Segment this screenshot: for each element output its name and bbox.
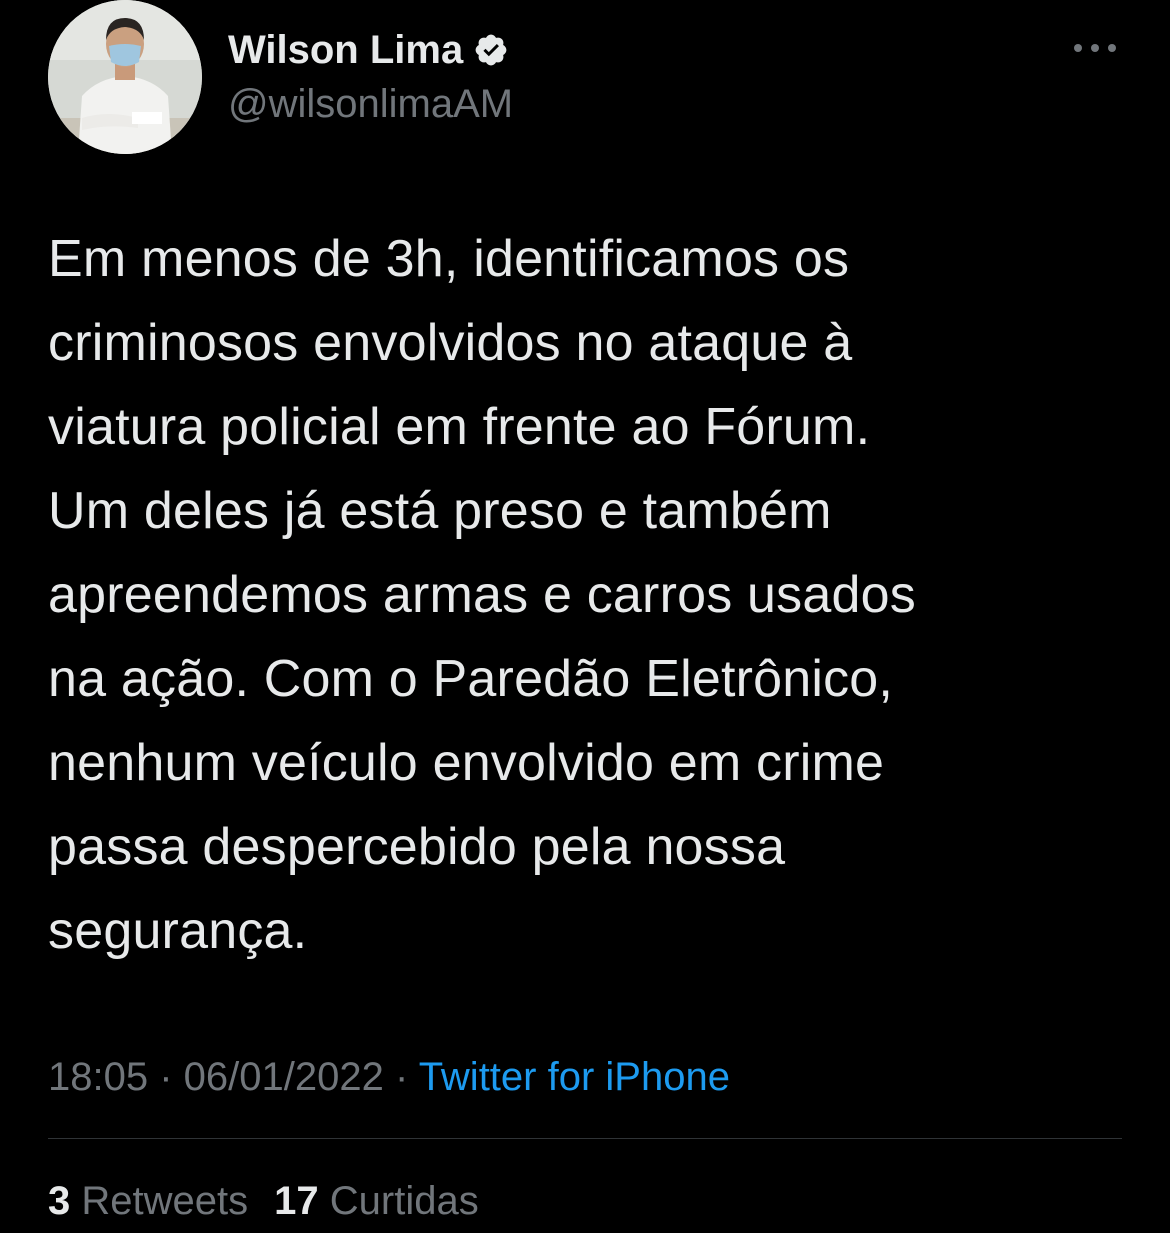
likes-count: 17 <box>274 1179 319 1223</box>
more-options-button[interactable] <box>1070 30 1120 66</box>
display-name[interactable]: Wilson Lima <box>228 26 463 74</box>
tweet-meta: 18:05 · 06/01/2022 · Twitter for iPhone <box>48 1050 730 1104</box>
tweet-time[interactable]: 18:05 <box>48 1055 148 1099</box>
retweets-count: 3 <box>48 1179 71 1223</box>
retweets-label: Retweets <box>81 1179 249 1223</box>
tweet-source-link[interactable]: Twitter for iPhone <box>419 1055 730 1099</box>
meta-separator: · <box>148 1055 184 1099</box>
likes-stat[interactable]: 17 Curtidas <box>274 1179 479 1223</box>
avatar[interactable] <box>48 0 202 154</box>
divider <box>48 1138 1122 1139</box>
meta-separator: · <box>383 1055 419 1099</box>
tweet-date[interactable]: 06/01/2022 <box>184 1055 384 1099</box>
more-horizontal-icon <box>1074 44 1116 52</box>
engagement-stats: 3 Retweets 17 Curtidas <box>48 1174 505 1228</box>
verified-badge-icon <box>475 34 507 66</box>
likes-label: Curtidas <box>329 1179 479 1223</box>
tweet-text: Em menos de 3h, identificamos os crimino… <box>48 230 916 960</box>
retweets-stat[interactable]: 3 Retweets <box>48 1179 248 1223</box>
author-handle[interactable]: @wilsonlimaAM <box>228 80 513 128</box>
author-name-row[interactable]: Wilson Lima <box>228 26 509 74</box>
avatar-photo <box>48 0 202 154</box>
tweet-detail: Wilson Lima @wilsonlimaAM Em menos de 3h… <box>0 0 1170 1233</box>
